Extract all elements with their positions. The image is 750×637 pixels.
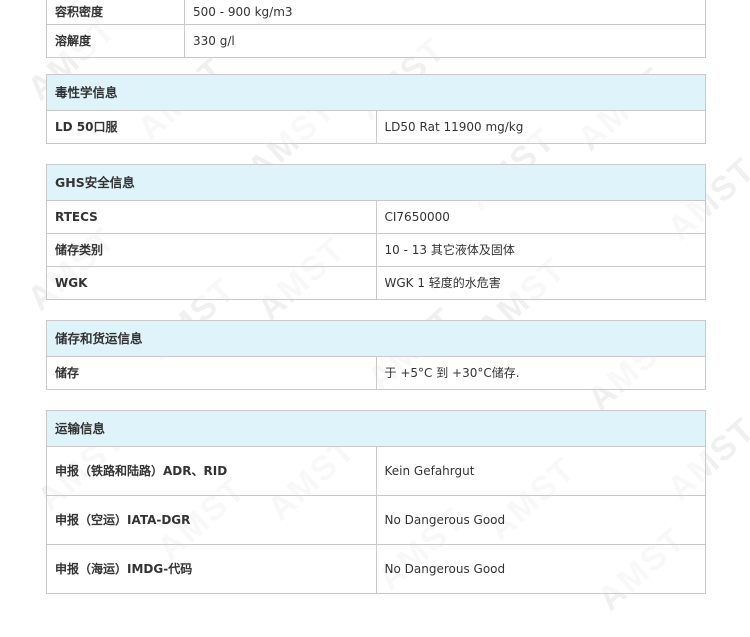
storage-table: 储存和货运信息 储存 于 +5°C 到 +30°C储存.	[46, 320, 706, 390]
table-row: 溶解度 330 g/l	[46, 24, 706, 58]
ghs-safety-table: GHS安全信息 RTECS CI7650000 储存类别 10 - 13 其它液…	[46, 164, 706, 300]
row-label: 储存类别	[46, 233, 377, 267]
toxicity-table: 毒性学信息 LD 50口服 LD50 Rat 11900 mg/kg	[46, 74, 706, 144]
physical-properties-table: 容积密度 500 - 900 kg/m3 溶解度 330 g/l	[46, 0, 706, 58]
row-label: WGK	[46, 266, 377, 300]
row-value: 500 - 900 kg/m3	[184, 0, 706, 25]
table-row: LD 50口服 LD50 Rat 11900 mg/kg	[46, 110, 706, 144]
section-title: GHS安全信息	[46, 164, 706, 201]
section-title: 毒性学信息	[46, 74, 706, 111]
table-row: RTECS CI7650000	[46, 200, 706, 234]
row-label: 溶解度	[46, 24, 185, 58]
row-value: LD50 Rat 11900 mg/kg	[375, 110, 706, 144]
table-row: 申报（空运）IATA-DGR No Dangerous Good	[46, 495, 706, 545]
table-row: 储存 于 +5°C 到 +30°C储存.	[46, 356, 706, 390]
row-value: 330 g/l	[184, 24, 706, 58]
section-title: 运输信息	[46, 410, 706, 447]
section-header: 运输信息	[46, 410, 706, 447]
row-label: 申报（空运）IATA-DGR	[46, 495, 377, 545]
row-label: RTECS	[46, 200, 377, 234]
table-row: 申报（铁路和陆路）ADR、RID Kein Gefahrgut	[46, 446, 706, 496]
section-title: 储存和货运信息	[46, 320, 706, 357]
row-value: WGK 1 轻度的水危害	[375, 266, 706, 300]
row-label: 储存	[46, 356, 377, 390]
row-label: LD 50口服	[46, 110, 377, 144]
section-header: 储存和货运信息	[46, 320, 706, 357]
row-value: 10 - 13 其它液体及固体	[375, 233, 706, 267]
table-row: 容积密度 500 - 900 kg/m3	[46, 0, 706, 25]
table-row: 储存类别 10 - 13 其它液体及固体	[46, 233, 706, 267]
section-header: GHS安全信息	[46, 164, 706, 201]
transport-table: 运输信息 申报（铁路和陆路）ADR、RID Kein Gefahrgut 申报（…	[46, 410, 706, 594]
row-value: 于 +5°C 到 +30°C储存.	[375, 356, 706, 390]
row-label: 申报（铁路和陆路）ADR、RID	[46, 446, 377, 496]
row-value: No Dangerous Good	[375, 544, 706, 594]
row-label: 容积密度	[46, 0, 185, 25]
table-row: WGK WGK 1 轻度的水危害	[46, 266, 706, 300]
row-value: CI7650000	[375, 200, 706, 234]
section-header: 毒性学信息	[46, 74, 706, 111]
row-value: Kein Gefahrgut	[375, 446, 706, 496]
table-row: 申报（海运）IMDG-代码 No Dangerous Good	[46, 544, 706, 594]
row-value: No Dangerous Good	[375, 495, 706, 545]
row-label: 申报（海运）IMDG-代码	[46, 544, 377, 594]
